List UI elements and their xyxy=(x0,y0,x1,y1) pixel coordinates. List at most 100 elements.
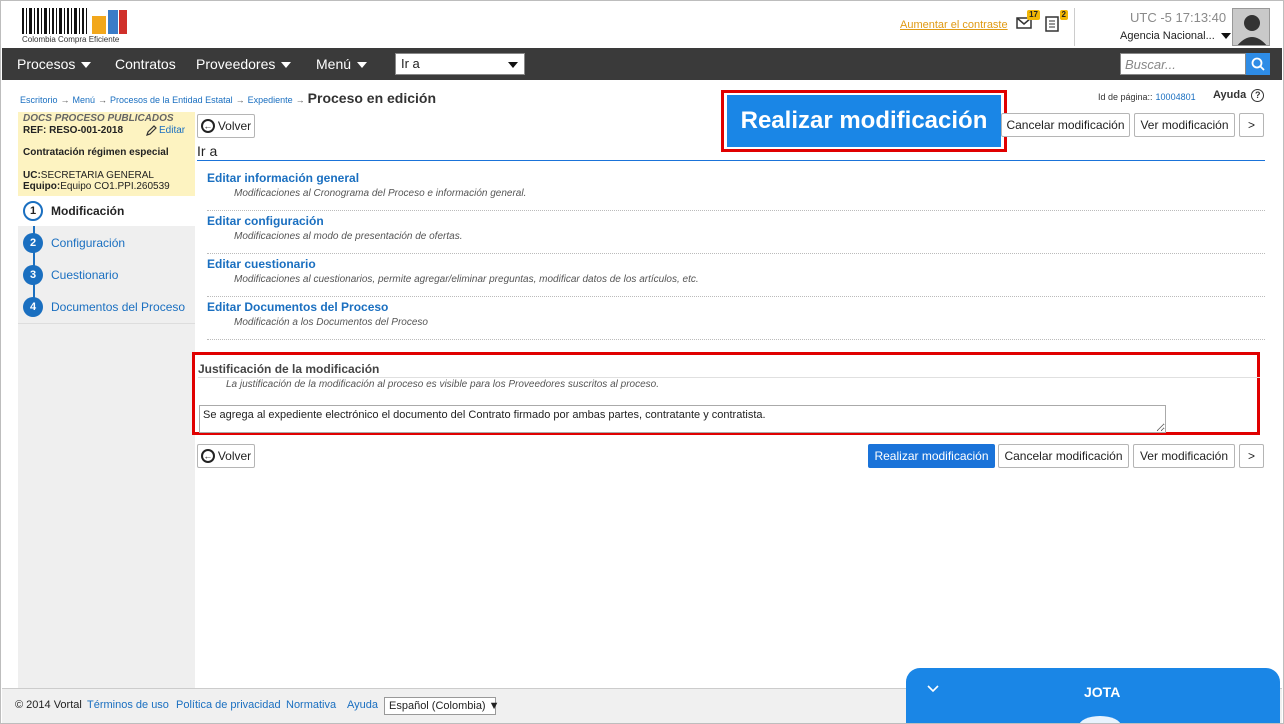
edit-general-info-link[interactable]: Editar información general xyxy=(207,171,359,185)
language-select[interactable]: Español (Colombia) ▼ xyxy=(384,697,500,715)
sidebar: DOCS PROCESO PUBLICADOS REF: RESO-001-20… xyxy=(18,112,195,688)
process-unit: UC:SECRETARIA GENERAL Equipo:Equipo CO1.… xyxy=(23,170,170,192)
app-window: Colombia Compra Eficiente Aumentar el co… xyxy=(0,0,1284,724)
notifications-badge: 2 xyxy=(1059,10,1068,20)
submit-highlight: Realizar modificación xyxy=(721,90,1007,152)
process-status: DOCS PROCESO PUBLICADOS xyxy=(23,113,174,124)
cancel-modification-button[interactable]: Cancelar modificación xyxy=(1001,113,1130,137)
back-button[interactable]: ← Volver xyxy=(197,114,255,138)
time: 17:13:40 xyxy=(1175,10,1227,25)
edit-documents-link[interactable]: Editar Documentos del Proceso xyxy=(207,300,388,314)
view-modification-button-bottom[interactable]: Ver modificación xyxy=(1133,444,1235,468)
chat-title: JOTA xyxy=(1084,684,1121,700)
breadcrumb-expediente[interactable]: Expediente xyxy=(248,95,293,105)
step-modificacion[interactable]: 1 Modificación xyxy=(18,196,195,226)
submit-modification-button[interactable]: Realizar modificación xyxy=(727,95,1001,147)
step-cuestionario[interactable]: 3 Cuestionario xyxy=(18,260,195,290)
search-button[interactable] xyxy=(1246,53,1270,75)
edit-ref-link[interactable]: Editar xyxy=(146,125,185,136)
arrow-left-icon: ← xyxy=(200,448,215,463)
process-summary: DOCS PROCESO PUBLICADOS REF: RESO-001-20… xyxy=(18,112,195,196)
step-number: 4 xyxy=(23,297,43,317)
agency-selector[interactable]: Agencia Nacional... xyxy=(1120,30,1231,42)
goto-select[interactable]: Ir a xyxy=(395,53,525,75)
justification-title: Justificación de la modificación xyxy=(198,362,380,376)
step-configuracion[interactable]: 2 Configuración xyxy=(18,228,195,258)
justification-highlight: Justificación de la modificación La just… xyxy=(192,352,1260,435)
next-button[interactable]: > xyxy=(1239,113,1264,137)
option-documents: Editar Documentos del Proceso Modificaci… xyxy=(207,300,1265,340)
arrow-right-icon: → xyxy=(60,95,70,105)
page-id-value[interactable]: 10004801 xyxy=(1156,92,1196,102)
justification-divider xyxy=(198,377,1260,378)
step-label: Modificación xyxy=(51,204,125,218)
page-title: Proceso en edición xyxy=(307,90,437,106)
nav-menu[interactable]: Menú xyxy=(316,48,368,80)
avatar[interactable] xyxy=(1232,8,1270,46)
arrow-left-icon: ← xyxy=(200,118,215,133)
option-configuration: Editar configuración Modificaciones al m… xyxy=(207,214,1265,254)
nav-procesos[interactable]: Procesos xyxy=(17,48,92,80)
sidebar-divider xyxy=(18,323,195,324)
chat-avatar xyxy=(1079,716,1121,723)
header: Colombia Compra Eficiente Aumentar el co… xyxy=(2,2,1282,48)
arrow-right-icon: → xyxy=(295,95,305,105)
view-modification-button[interactable]: Ver modificación xyxy=(1134,113,1235,137)
back-button-bottom[interactable]: ← Volver xyxy=(197,444,255,468)
logo[interactable]: Colombia Compra Eficiente xyxy=(20,6,132,46)
increase-contrast-link[interactable]: Aumentar el contraste xyxy=(900,19,1008,31)
copyright: © 2014 Vortal xyxy=(15,699,82,711)
search-icon xyxy=(1251,57,1265,71)
chevron-down-icon xyxy=(281,62,292,69)
chevron-down-icon xyxy=(81,62,92,69)
page-id: Id de página:: 10004801 xyxy=(1098,92,1196,102)
step-number: 1 xyxy=(23,201,43,221)
timezone: UTC -5 xyxy=(1130,10,1172,25)
pencil-icon xyxy=(146,125,157,136)
justification-textarea[interactable]: Se agrega al expediente electrónico el d… xyxy=(199,405,1166,433)
submit-modification-button-bottom[interactable]: Realizar modificación xyxy=(868,444,995,468)
messages-icon[interactable]: 17 xyxy=(1016,10,1040,32)
breadcrumb-menu[interactable]: Menú xyxy=(73,95,96,105)
next-button-bottom[interactable]: > xyxy=(1239,444,1264,468)
option-description: Modificación a los Documentos del Proces… xyxy=(234,317,428,328)
footer-regulations-link[interactable]: Normativa xyxy=(286,699,336,711)
agency-name: Agencia Nacional... xyxy=(1120,30,1215,42)
arrow-right-icon: → xyxy=(235,95,245,105)
step-number: 3 xyxy=(23,265,43,285)
footer-terms-link[interactable]: Términos de uso xyxy=(87,699,169,711)
step-documentos[interactable]: 4 Documentos del Proceso xyxy=(18,292,195,322)
edit-configuration-link[interactable]: Editar configuración xyxy=(207,214,324,228)
help-icon: ? xyxy=(1251,89,1265,102)
step-label: Configuración xyxy=(51,236,126,250)
nav-proveedores[interactable]: Proveedores xyxy=(196,48,292,80)
option-description: Modificaciones al modo de presentación d… xyxy=(234,231,463,242)
footer-privacy-link[interactable]: Política de privacidad xyxy=(176,699,281,711)
footer-help-link[interactable]: Ayuda xyxy=(347,699,378,711)
breadcrumb-procesos[interactable]: Procesos de la Entidad Estatal xyxy=(110,95,233,105)
header-divider xyxy=(1074,8,1075,46)
process-ref: REF: RESO-001-2018 xyxy=(23,125,124,136)
search-input[interactable] xyxy=(1120,53,1246,75)
logo-text: Colombia Compra Eficiente xyxy=(22,35,120,44)
option-questionnaire: Editar cuestionario Modificaciones al cu… xyxy=(207,257,1265,297)
chevron-down-icon xyxy=(1220,33,1231,40)
user-icon xyxy=(1237,15,1267,45)
help-button[interactable]: Ayuda ? xyxy=(1213,89,1265,102)
cancel-modification-button-bottom[interactable]: Cancelar modificación xyxy=(998,444,1129,468)
chat-widget[interactable]: JOTA xyxy=(906,668,1280,723)
chevron-down-icon: ▼ xyxy=(488,700,500,712)
step-label: Cuestionario xyxy=(51,268,119,282)
option-description: Modificaciones al Cronograma del Proceso… xyxy=(234,188,527,199)
chevron-down-icon[interactable] xyxy=(926,682,940,696)
notifications-icon[interactable]: 2 xyxy=(1044,10,1068,32)
nav-contratos[interactable]: Contratos xyxy=(115,48,176,80)
section-title: Ir a xyxy=(197,143,218,159)
breadcrumb: Escritorio → Menú → Procesos de la Entidad E… xyxy=(20,90,436,106)
justification-subtitle: La justificación de la modificación al p… xyxy=(226,379,659,390)
chevron-down-icon xyxy=(508,62,518,68)
edit-questionnaire-link[interactable]: Editar cuestionario xyxy=(207,257,316,271)
chevron-down-icon xyxy=(357,62,368,69)
breadcrumb-escritorio[interactable]: Escritorio xyxy=(20,95,58,105)
main-nav: Procesos Contratos Proveedores Menú Ir a xyxy=(2,48,1282,80)
